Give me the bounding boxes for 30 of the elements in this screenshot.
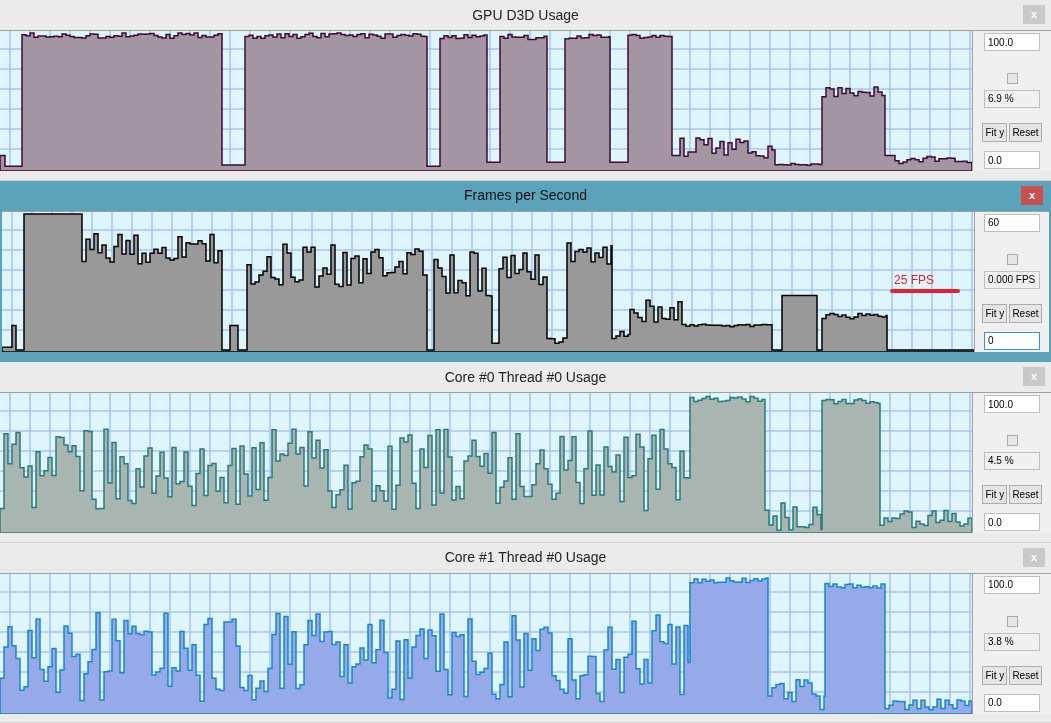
panel-title: Core #0 Thread #0 Usage xyxy=(444,367,607,387)
chart-button[interactable]: Fit y xyxy=(982,665,1008,685)
chart-button[interactable]: Fit y xyxy=(982,123,1008,142)
reading-display: 4.5 % xyxy=(984,452,1040,470)
checkbox[interactable] xyxy=(1006,615,1018,627)
checkbox[interactable] xyxy=(1006,253,1018,265)
reading-display: 6.9 % xyxy=(984,90,1040,108)
y-min-field[interactable]: 0.0 xyxy=(984,513,1040,531)
chart-button[interactable]: Fit y xyxy=(982,303,1008,323)
y-max-field[interactable]: 100.0 xyxy=(984,33,1040,51)
y-max-field[interactable]: 100.0 xyxy=(984,395,1040,413)
y-min-field[interactable]: 0.0 xyxy=(984,693,1040,712)
checkbox[interactable] xyxy=(1006,435,1018,446)
y-min-field[interactable]: 0.0 xyxy=(984,151,1040,169)
checkbox[interactable] xyxy=(1006,73,1018,84)
chart-button[interactable]: Fit y xyxy=(982,485,1008,504)
chart-button[interactable]: Reset xyxy=(1009,665,1042,685)
panel-title: Core #1 Thread #0 Usage xyxy=(444,548,607,567)
chart-button[interactable]: Reset xyxy=(1009,303,1042,323)
reading-display: 0.000 FPS xyxy=(984,270,1040,289)
panel-title: GPU D3D Usage xyxy=(472,5,579,25)
y-max-field[interactable]: 60 xyxy=(984,213,1040,232)
y-max-field[interactable]: 100.0 xyxy=(984,575,1040,594)
annotation-label: 25 FPS xyxy=(893,273,936,286)
chart-button[interactable]: Reset xyxy=(1009,485,1042,504)
close-button[interactable]: x xyxy=(1021,185,1043,205)
chart-button[interactable]: Reset xyxy=(1009,123,1042,142)
reading-display: 3.8 % xyxy=(984,632,1040,651)
y-min-field[interactable]: 0 xyxy=(984,331,1040,350)
panel-title: Frames per Second xyxy=(464,186,587,205)
